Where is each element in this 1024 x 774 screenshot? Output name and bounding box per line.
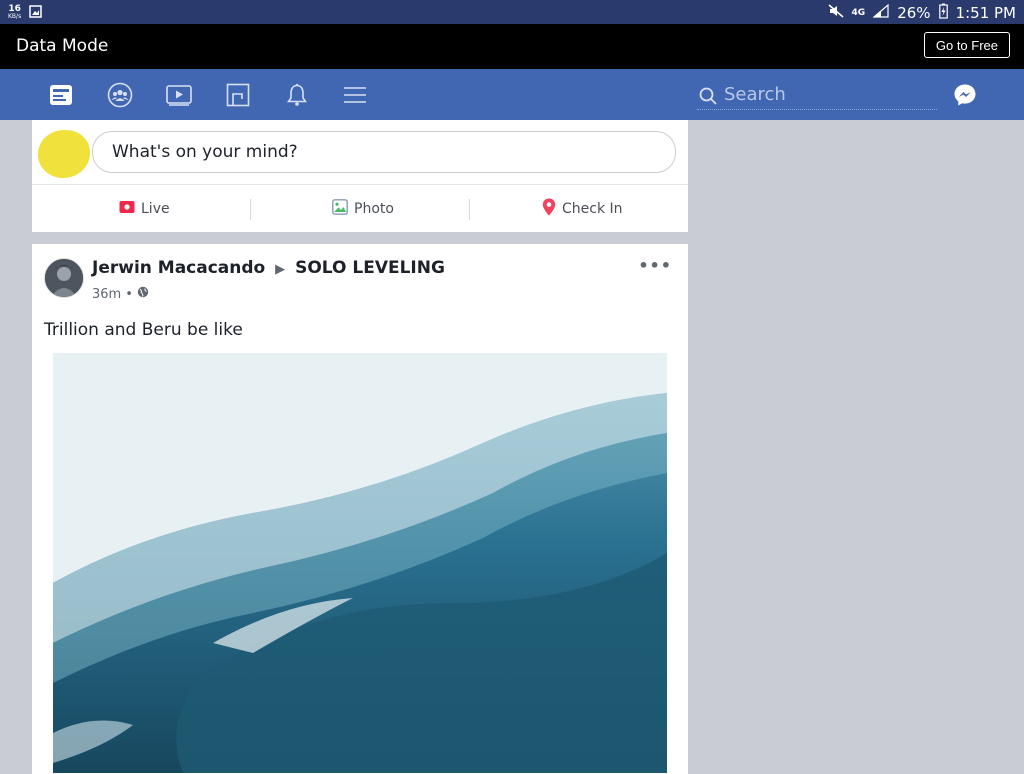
notifications-icon[interactable] (284, 82, 310, 108)
battery-percent: 26% (897, 4, 931, 22)
net-speed-unit: KB/s (8, 12, 22, 20)
mute-icon (828, 4, 844, 22)
post-time[interactable]: 36m (92, 287, 121, 302)
group-name[interactable]: SOLO LEVELING (295, 258, 445, 278)
top-navigation: Search (0, 69, 1024, 120)
photo-label: Photo (354, 201, 394, 217)
whats-on-your-mind-input[interactable]: What's on your mind? (92, 131, 676, 173)
live-button[interactable]: Live (119, 185, 170, 233)
author-avatar[interactable] (44, 258, 84, 298)
live-label: Live (141, 201, 170, 217)
gallery-notification-icon (29, 3, 42, 22)
feed-post: Jerwin Macacando ▶ SOLO LEVELING 36m • •… (32, 244, 688, 774)
post-text: Trillion and Beru be like (44, 320, 243, 340)
clock: 1:51 PM (955, 4, 1016, 22)
search-icon (699, 87, 717, 109)
check-in-label: Check In (562, 201, 623, 217)
live-icon (119, 200, 135, 218)
divider (250, 199, 251, 220)
menu-icon[interactable] (342, 82, 368, 108)
arrow-right-icon: ▶ (275, 262, 286, 277)
search-placeholder: Search (724, 84, 786, 105)
go-to-free-button[interactable]: Go to Free (923, 32, 1010, 58)
post-image[interactable] (53, 353, 667, 773)
status-composer: What's on your mind? Live Photo Check In (32, 120, 688, 232)
search-input[interactable]: Search (697, 83, 937, 110)
globe-icon (137, 286, 149, 302)
composer-placeholder: What's on your mind? (112, 142, 298, 162)
messenger-icon[interactable] (953, 83, 977, 107)
author-name[interactable]: Jerwin Macacando (92, 258, 265, 278)
data-mode-label: Data Mode (16, 36, 109, 56)
post-header: Jerwin Macacando ▶ SOLO LEVELING (92, 258, 445, 278)
status-left: 16 KB/s (8, 3, 42, 22)
composer-actions: Live Photo Check In (32, 184, 688, 233)
status-right: 4G 26% 1:51 PM (828, 3, 1016, 23)
network-type: 4G (851, 8, 866, 18)
more-options-icon[interactable]: ••• (638, 256, 672, 275)
data-mode-bar: Data Mode Go to Free (0, 24, 1024, 69)
news-feed-icon[interactable] (48, 82, 74, 108)
status-bar: 16 KB/s 4G 26% 1:51 PM (0, 0, 1024, 24)
meta-separator: • (125, 286, 133, 302)
location-pin-icon (542, 198, 556, 220)
check-in-button[interactable]: Check In (542, 185, 623, 233)
groups-icon[interactable] (107, 82, 133, 108)
signal-icon (872, 3, 889, 22)
photo-button[interactable]: Photo (332, 185, 394, 233)
post-meta: 36m • (92, 286, 149, 302)
user-avatar[interactable] (38, 130, 90, 178)
battery-charging-icon (938, 3, 948, 23)
net-speed: 16 KB/s (8, 4, 22, 21)
marketplace-icon[interactable] (225, 82, 251, 108)
photo-icon (332, 199, 348, 219)
divider (469, 199, 470, 220)
watch-icon[interactable] (166, 82, 192, 108)
